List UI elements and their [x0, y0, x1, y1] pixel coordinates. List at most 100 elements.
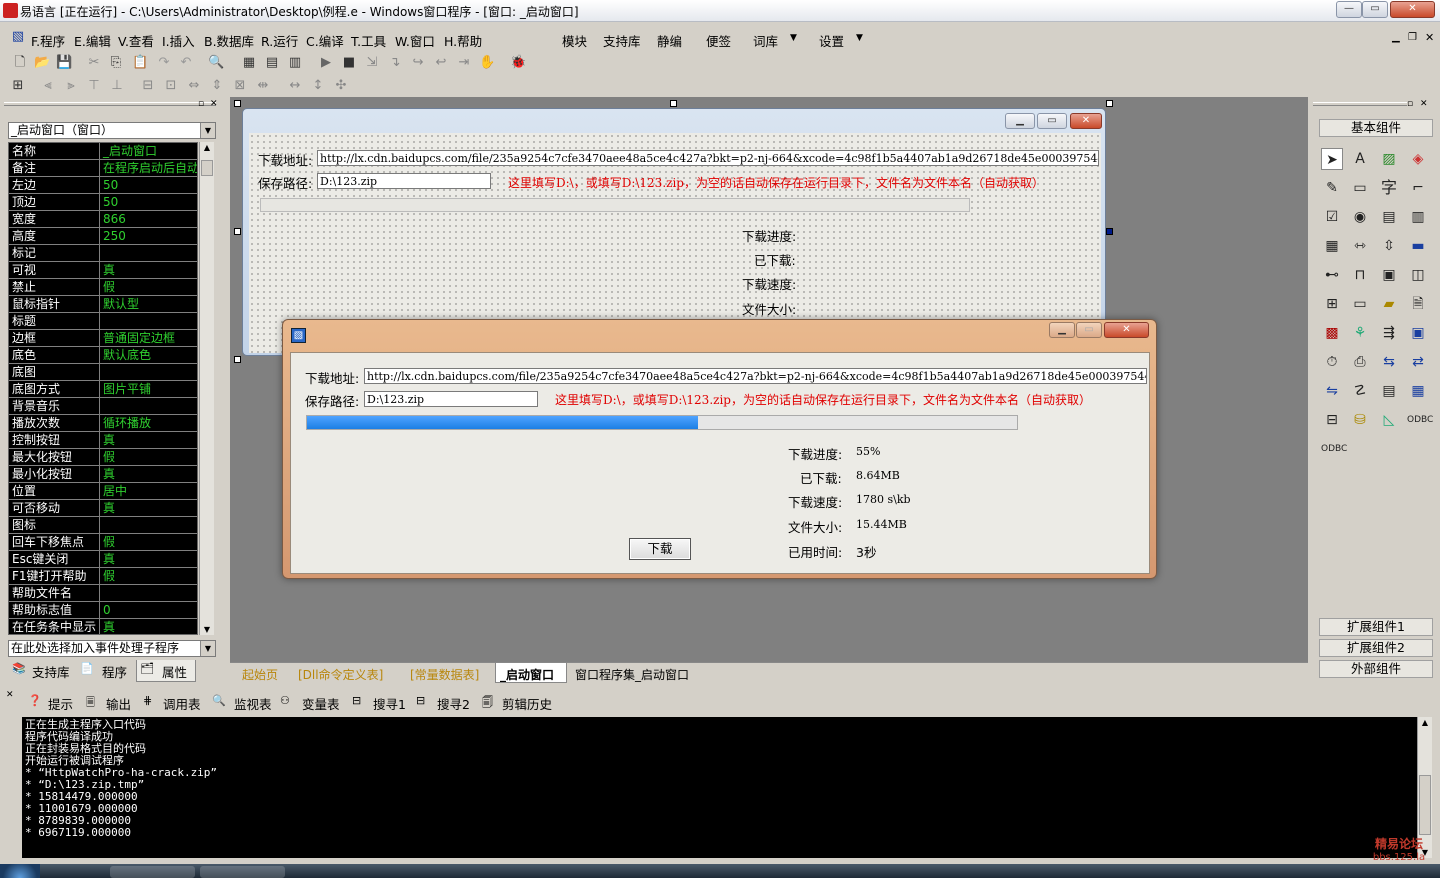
db-provider-icon[interactable]: ⊟ — [1321, 409, 1343, 431]
step-into-icon[interactable]: ↴ — [387, 55, 403, 71]
grid-control-icon[interactable]: ⊞ — [1321, 293, 1343, 315]
menu-notes[interactable]: 便签 — [706, 31, 731, 50]
checkbox-icon[interactable]: ☑ — [1321, 206, 1343, 228]
port-icon[interactable]: ☡ — [1349, 380, 1371, 402]
basic-components-button[interactable]: 基本组件 — [1319, 119, 1433, 137]
menu-module[interactable]: 模块 — [562, 31, 587, 50]
property-row[interactable]: 标记 — [9, 245, 197, 262]
start-orb-icon[interactable] — [0, 864, 40, 878]
save-icon[interactable]: 💾 — [56, 55, 72, 71]
step-out-icon[interactable]: ↩ — [433, 55, 449, 71]
align-bottom-icon[interactable]: ⊥ — [109, 78, 125, 94]
align-right-icon[interactable]: ⫸ — [63, 78, 79, 94]
checklist-icon[interactable]: ▦ — [1321, 235, 1343, 257]
property-row[interactable]: 禁止假 — [9, 279, 197, 296]
center-h-icon[interactable]: ⊟ — [140, 78, 156, 94]
extension-2-button[interactable]: 扩展组件2 — [1319, 639, 1433, 657]
step-icon[interactable]: ⇲ — [364, 55, 380, 71]
spread-all-icon[interactable]: ✣ — [333, 78, 349, 94]
tab-control-icon[interactable]: ⊓ — [1349, 264, 1371, 286]
dialog-close-button[interactable]: ✕ — [1104, 322, 1149, 338]
property-value[interactable]: 真 — [101, 262, 197, 278]
align-top-icon[interactable]: ⊤ — [86, 78, 102, 94]
property-value[interactable] — [101, 585, 197, 601]
dialog-minimize-button[interactable]: ▁ — [1049, 322, 1075, 338]
property-row[interactable]: 在任务条中显示真 — [9, 619, 197, 634]
hand-icon[interactable]: ✋ — [479, 55, 495, 71]
picturebox-icon[interactable]: ▭ — [1349, 177, 1371, 199]
shape-icon[interactable]: ◈ — [1407, 148, 1429, 170]
bug-icon[interactable]: 🐞 — [510, 55, 526, 71]
tab-dll-commands[interactable]: [Dll命令定义表] — [298, 666, 383, 683]
menu-edit[interactable]: E.编辑 — [74, 31, 111, 50]
property-row[interactable]: 可否移动真 — [9, 500, 197, 517]
property-value[interactable]: 默认型 — [101, 296, 197, 312]
window-icon[interactable]: ▣ — [1407, 322, 1429, 344]
property-row[interactable]: 帮助标志值 0 — [9, 602, 197, 619]
timer-icon[interactable]: ⏱ — [1321, 351, 1343, 373]
stop-icon[interactable]: ■ — [341, 55, 357, 71]
property-row[interactable]: 宽度 866 — [9, 211, 197, 228]
property-row[interactable]: 帮助文件名 — [9, 585, 197, 602]
property-value[interactable]: 图片平铺 — [101, 381, 197, 397]
property-row[interactable]: 播放次数 循环播放 — [9, 415, 197, 432]
property-value[interactable]: 250 — [101, 228, 197, 244]
printer-icon[interactable]: ⎙ — [1349, 351, 1371, 373]
menu-run[interactable]: R.运行 — [261, 31, 298, 50]
mdi-close-icon[interactable]: ✕ — [1425, 31, 1434, 44]
menu-tools[interactable]: T.工具 — [351, 31, 386, 50]
scroll-up-icon[interactable]: ▲ — [201, 143, 213, 152]
space-h-icon[interactable]: ⇹ — [255, 78, 271, 94]
property-row[interactable]: 底图 — [9, 364, 197, 381]
property-row[interactable]: 底图方式 图片平铺 — [9, 381, 197, 398]
tab-support-lib[interactable]: 支持库 — [32, 662, 70, 681]
scroll-down-icon[interactable]: ▼ — [201, 625, 213, 634]
mdi-restore-icon[interactable]: ❐ — [1408, 32, 1417, 43]
object-selector[interactable]: _启动窗口（窗口） ▼ — [8, 122, 216, 139]
property-row[interactable]: 备注 在程序启动后自动 — [9, 160, 197, 177]
property-value[interactable]: 真 — [101, 619, 197, 634]
find-icon[interactable]: 🔍 — [208, 55, 224, 71]
toolbox-restore-icon[interactable]: ▫ — [1407, 99, 1413, 109]
menu-insert[interactable]: I.插入 — [162, 31, 195, 50]
mdi-min-icon[interactable]: ▁ — [1392, 32, 1400, 43]
tab-window-program-set[interactable]: 窗口程序集_启动窗口 — [575, 666, 689, 683]
run-to-cursor-icon[interactable]: ⇥ — [456, 55, 472, 71]
sel-handle-tm[interactable] — [670, 100, 677, 107]
maximize-button[interactable]: ▭ — [1362, 1, 1388, 18]
progress-icon[interactable]: ▬ — [1407, 235, 1429, 257]
tab-watch[interactable]: 监视表 — [234, 694, 272, 713]
scroll-thumb[interactable] — [201, 160, 213, 176]
external-components-button[interactable]: 外部组件 — [1319, 660, 1433, 678]
tab-start-page[interactable]: 起始页 — [242, 666, 278, 683]
property-value[interactable]: 0 — [101, 602, 197, 618]
property-row[interactable]: 图标 — [9, 517, 197, 534]
property-value[interactable]: 真 — [101, 500, 197, 516]
sel-handle-ml[interactable] — [234, 228, 241, 235]
align-left-icon[interactable]: ⫷ — [40, 78, 56, 94]
property-value[interactable]: 循环播放 — [101, 415, 197, 431]
property-value[interactable] — [101, 245, 197, 261]
property-row[interactable]: 名称 _启动窗口 — [9, 143, 197, 160]
client-icon[interactable]: ⇋ — [1321, 380, 1343, 402]
property-value[interactable] — [101, 398, 197, 414]
scroll-thumb[interactable] — [1419, 775, 1431, 835]
sel-handle-bl[interactable] — [234, 356, 241, 363]
text-icon[interactable]: 字 — [1378, 177, 1400, 199]
property-value[interactable]: 真 — [101, 551, 197, 567]
property-scrollbar[interactable]: ▲ ▼ — [199, 142, 214, 635]
tab-call-stack[interactable]: 调用表 — [163, 694, 201, 713]
layout2-icon[interactable]: ▤ — [264, 55, 280, 71]
file-icon[interactable]: 🗎 — [1407, 293, 1429, 315]
server-icon[interactable]: ⇄ — [1407, 351, 1429, 373]
property-value[interactable]: 866 — [101, 211, 197, 227]
tab-search1[interactable]: 搜寻1 — [373, 694, 406, 713]
property-row[interactable]: 左边 50 — [9, 177, 197, 194]
property-value[interactable]: 50 — [101, 194, 197, 210]
menu-compile[interactable]: C.编译 — [306, 31, 344, 50]
odbc-icon[interactable]: ODBC — [1407, 409, 1433, 431]
tab-hint[interactable]: 提示 — [48, 694, 73, 713]
property-value[interactable] — [101, 364, 197, 380]
property-value[interactable]: 假 — [101, 449, 197, 465]
center-v-icon[interactable]: ⊡ — [163, 78, 179, 94]
